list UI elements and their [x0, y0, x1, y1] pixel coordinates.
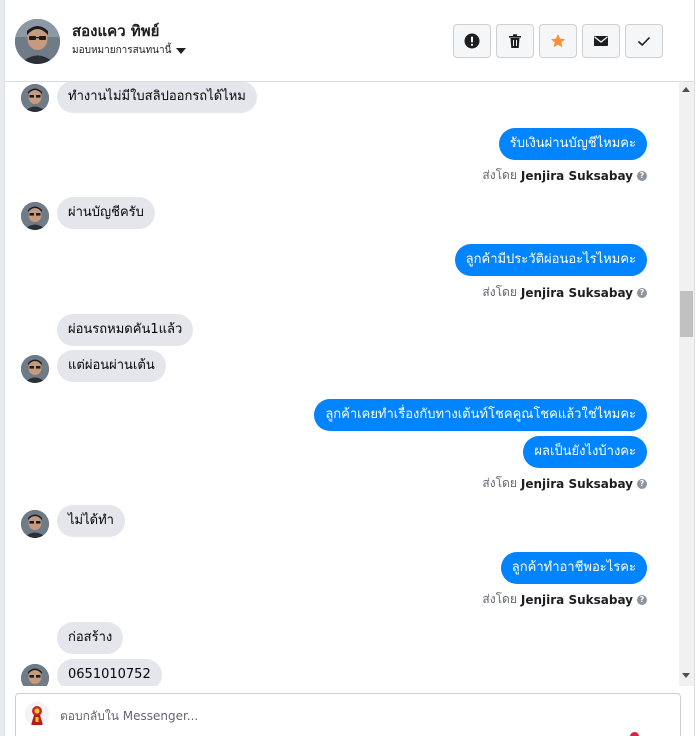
message-incoming: แต่ผ่อนผ่านเต้น: [57, 350, 166, 382]
message-bubble[interactable]: ไม่ได้ทำ: [57, 505, 125, 537]
message-bubble[interactable]: แต่ผ่อนผ่านเต้น: [57, 350, 166, 382]
sender-name: Jenjira Suksabay: [520, 476, 633, 491]
message-incoming: ทำงานไม่มีใบสลิปออกรถได้ไหม: [57, 82, 257, 113]
assign-conversation-label: มอบหมายการสนทนานี้: [72, 45, 172, 56]
message-thread[interactable]: ทำงานไม่มีใบสลิปออกรถได้ไหม รับเงินผ่านบ…: [5, 82, 679, 686]
notification-dot-icon: [630, 732, 639, 736]
assign-conversation-dropdown[interactable]: มอบหมายการสนทนานี้: [72, 43, 187, 58]
contact-avatar-small[interactable]: [21, 84, 49, 112]
reply-composer: [15, 693, 681, 736]
message-bubble[interactable]: รับเงินผ่านบัญชีไหมคะ: [498, 128, 647, 160]
message-outgoing: รับเงินผ่านบัญชีไหมคะ: [498, 128, 647, 160]
message-bubble[interactable]: ลูกค้าเคยทำเรื่องกับทางเต้นท์โชคคูณโชคแล…: [314, 399, 647, 431]
sent-by-prefix: ส่งโดย: [482, 285, 517, 299]
contact-avatar-small[interactable]: [21, 510, 49, 538]
sender-name: Jenjira Suksabay: [520, 168, 633, 183]
sent-by-prefix: ส่งโดย: [482, 476, 517, 490]
checkmark-icon: [637, 36, 651, 47]
question-icon[interactable]: ?: [637, 478, 647, 489]
sent-by-label: ส่งโดย Jenjira Suksabay ?: [482, 283, 647, 302]
reply-input[interactable]: [60, 706, 620, 726]
sender-name: Jenjira Suksabay: [520, 285, 633, 300]
message-outgoing: ผลเป็นยังไงบ้างคะ: [523, 436, 647, 468]
envelope-icon: [594, 36, 608, 46]
message-bubble[interactable]: ลูกค้าทำอาชีพอะไรคะ: [500, 552, 647, 584]
message-bubble[interactable]: ผ่านบัญชีครับ: [57, 197, 155, 229]
star-icon: [551, 34, 565, 48]
message-bubble[interactable]: ก่อสร้าง: [57, 622, 124, 654]
conversation-actions: [453, 24, 663, 58]
sent-by-label: ส่งโดย Jenjira Suksabay ?: [482, 166, 647, 185]
conversation-header: สองแคว ทิพย์ มอบหมายการสนทนานี้: [5, 0, 694, 82]
scroll-up-arrow-icon[interactable]: [682, 87, 690, 92]
trash-icon: [509, 34, 521, 48]
message-incoming: ไม่ได้ทำ: [57, 505, 125, 537]
message-outgoing: ลูกค้าเคยทำเรื่องกับทางเต้นท์โชคคูณโชคแล…: [314, 399, 647, 431]
message-bubble[interactable]: ทำงานไม่มีใบสลิปออกรถได้ไหม: [57, 82, 257, 113]
thread-scrollbar[interactable]: [679, 82, 694, 686]
mark-unread-button[interactable]: [582, 24, 620, 58]
mark-done-button[interactable]: [625, 24, 663, 58]
exclamation-icon: [464, 33, 480, 49]
question-icon[interactable]: ?: [637, 170, 647, 181]
message-outgoing: ลูกค้ามีประวัติผ่อนอะไรไหมคะ: [454, 244, 647, 276]
contact-avatar-small[interactable]: [21, 355, 49, 383]
star-button[interactable]: [539, 24, 577, 58]
contact-avatar-small[interactable]: [21, 664, 49, 686]
message-bubble[interactable]: ผลเป็นยังไงบ้างคะ: [523, 436, 647, 468]
message-bubble[interactable]: ลูกค้ามีประวัติผ่อนอะไรไหมคะ: [454, 244, 647, 276]
contact-name[interactable]: สองแคว ทิพย์: [72, 19, 159, 43]
report-button[interactable]: [453, 24, 491, 58]
contact-avatar[interactable]: [15, 19, 60, 64]
message-incoming: ก่อสร้าง: [57, 622, 124, 654]
page-avatar: [25, 702, 49, 726]
caret-down-icon: [176, 48, 187, 54]
question-icon[interactable]: ?: [637, 594, 647, 605]
message-outgoing: ลูกค้าทำอาชีพอะไรคะ: [500, 552, 647, 584]
sent-by-prefix: ส่งโดย: [482, 592, 517, 606]
message-bubble[interactable]: 0651010752: [57, 659, 162, 686]
scrollbar-thumb[interactable]: [680, 291, 693, 337]
panel-edge: [694, 0, 699, 736]
message-bubble[interactable]: ผ่อนรถหมดคัน1แล้ว: [57, 314, 194, 346]
contact-avatar-small[interactable]: [21, 202, 49, 230]
message-incoming: 0651010752: [57, 659, 162, 686]
sender-name: Jenjira Suksabay: [520, 592, 633, 607]
sent-by-label: ส่งโดย Jenjira Suksabay ?: [482, 474, 647, 493]
question-icon[interactable]: ?: [637, 287, 647, 298]
conversation-panel: สองแคว ทิพย์ มอบหมายการสนทนานี้ ทำงานไม่…: [0, 0, 699, 736]
sent-by-prefix: ส่งโดย: [482, 168, 517, 182]
message-incoming: ผ่านบัญชีครับ: [57, 197, 155, 229]
message-incoming: ผ่อนรถหมดคัน1แล้ว: [57, 314, 194, 346]
delete-button[interactable]: [496, 24, 534, 58]
sent-by-label: ส่งโดย Jenjira Suksabay ?: [482, 590, 647, 609]
scroll-down-arrow-icon[interactable]: [682, 673, 690, 678]
